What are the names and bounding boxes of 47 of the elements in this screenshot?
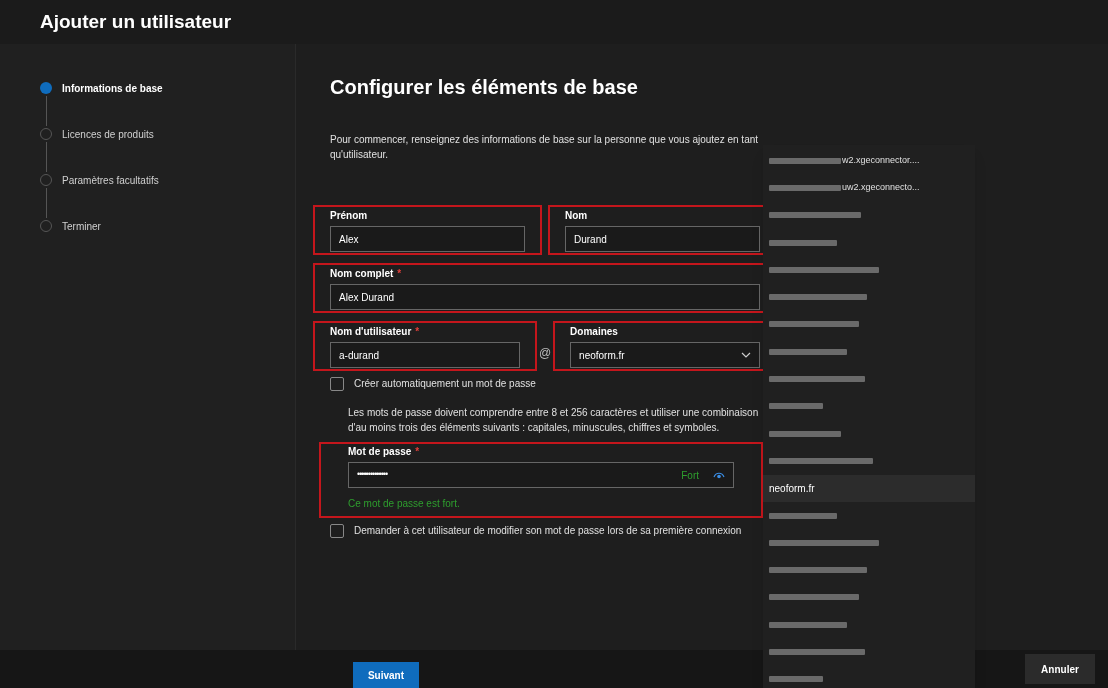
domain-option[interactable]: neoform.fr xyxy=(763,474,975,502)
password-strength-message: Ce mot de passe est fort. xyxy=(348,497,461,511)
checkbox[interactable] xyxy=(330,523,344,538)
redacted-block xyxy=(769,430,841,437)
field-label: Nom d'utilisateur xyxy=(330,325,412,338)
password-hint: Les mots de passe doivent comprendre entre 8 et 256 caractères et utiliser une combinaison d'au moins trois des éléments suivants : capitales, minuscules, chiffres et symboles. xyxy=(348,406,760,435)
required-mark: * xyxy=(415,325,420,338)
field-label: Mot de passe xyxy=(348,445,412,458)
page-heading: Configurer les éléments de base xyxy=(330,75,639,100)
cancel-button[interactable]: Annuler xyxy=(1025,654,1095,684)
chevron-down-icon xyxy=(741,352,751,358)
text-field[interactable]: Alex xyxy=(330,226,525,252)
redacted-block xyxy=(769,184,841,191)
eye-icon[interactable] xyxy=(713,471,725,479)
redacted-block xyxy=(769,157,841,164)
at-sign: @ xyxy=(538,345,552,362)
redacted-block xyxy=(769,239,837,246)
domain-select[interactable]: neoform.fr xyxy=(570,342,760,368)
field-label: Nom xyxy=(565,209,588,222)
password-field[interactable]: •••••••••••••• Fort xyxy=(348,462,734,488)
domain-option[interactable]: w2.xgeconnector.... xyxy=(763,147,975,175)
checkbox-label: Créer automatiquement un mot de passe xyxy=(354,377,536,391)
step-label[interactable]: Licences de produits xyxy=(62,126,154,142)
field-label: Domaines xyxy=(570,325,618,338)
checkbox[interactable] xyxy=(330,376,344,391)
next-button[interactable]: Suivant xyxy=(353,662,419,688)
text-field[interactable]: a-durand xyxy=(330,342,520,368)
checkbox-label: Demander à cet utilisateur de modifier son mot de passe lors de sa première connexion xyxy=(354,524,742,538)
domain-name: uw2.xgeconnecto... xyxy=(842,181,920,195)
window-title: Ajouter un utilisateur xyxy=(40,9,232,34)
domain-option[interactable]: uw2.xgeconnecto... xyxy=(763,174,975,202)
required-mark: * xyxy=(397,267,402,280)
required-mark: * xyxy=(415,445,420,458)
step-label[interactable]: Paramètres facultatifs xyxy=(62,172,159,188)
step-label[interactable]: Informations de base xyxy=(62,80,163,96)
redacted-block xyxy=(769,403,823,410)
field-label: Nom complet xyxy=(330,267,394,280)
text-field[interactable]: Durand xyxy=(565,226,760,252)
strength-label: Fort xyxy=(681,468,699,483)
intro-text: Pour commencer, renseignez des informations de base sur la personne que vous ajoutez en tant qu'utilisateur. xyxy=(330,133,760,162)
redacted-block xyxy=(769,676,823,683)
domain-name: neoform.fr xyxy=(769,481,815,496)
step-label[interactable]: Terminer xyxy=(62,218,101,234)
field-label: Prénom xyxy=(330,209,368,222)
text-field[interactable]: Alex Durand xyxy=(330,284,760,310)
domain-name: w2.xgeconnector.... xyxy=(842,153,920,167)
redacted-block xyxy=(769,512,837,519)
